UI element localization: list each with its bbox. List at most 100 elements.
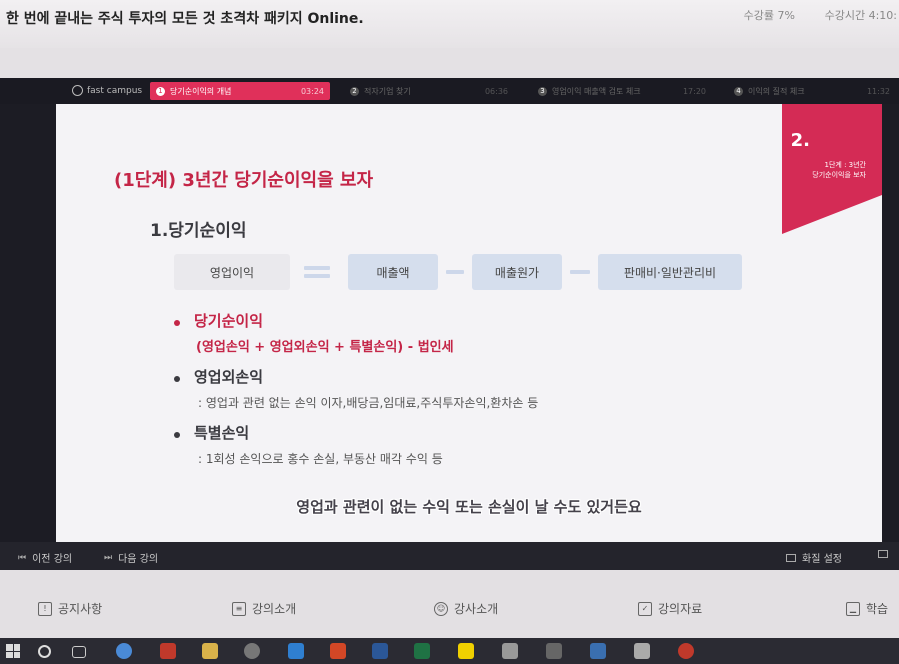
- bullet-heading: 특별손익: [194, 424, 250, 442]
- chapter-label: 이익의 질적 체크: [748, 86, 805, 96]
- chapter-number: 3: [538, 86, 547, 96]
- bullet-detail: (영업손익 + 영업외손익 + 특별손익) - 법인세: [196, 340, 454, 355]
- quality-label: 화질 설정: [802, 554, 842, 565]
- tab-instructor-intro[interactable]: ☺ 강사소개: [434, 600, 498, 617]
- chapter-number: 1: [156, 86, 165, 96]
- fastcampus-logo: fast campus: [72, 85, 142, 96]
- document-icon: ≡: [232, 601, 246, 616]
- prev-lecture-label: 이전 강의: [32, 554, 73, 565]
- study-time: 수강시간 4:10:: [825, 7, 897, 23]
- slide-corner-caption-line2: 당기순이익을 보자: [812, 171, 866, 179]
- lecture-slide: 2. 1단계 : 3년간 당기순이익을 보자 (1단계) 3년간 당기순이익을 …: [56, 104, 882, 542]
- formula-sga: 판매비·일반관리비: [598, 254, 742, 290]
- app-icon[interactable]: [678, 643, 694, 659]
- app-icon[interactable]: [634, 643, 650, 659]
- next-lecture-label: 다음 강의: [118, 554, 159, 565]
- skip-back-icon: ⏮: [18, 552, 27, 563]
- app-icon[interactable]: [244, 643, 260, 659]
- minus-sign: [446, 270, 464, 274]
- video-player[interactable]: fast campus 1 당기순이익의 개념 03:24 2 적자기업 찾기 …: [0, 78, 899, 570]
- bullet-dot: [174, 432, 180, 438]
- caption-icon: [878, 550, 888, 558]
- chapter-1[interactable]: 1 당기순이익의 개념 03:24: [150, 82, 330, 100]
- chapter-2[interactable]: 2 적자기업 찾기 06:36: [344, 82, 514, 100]
- windows-start-icon[interactable]: [6, 644, 20, 658]
- bullet-detail: : 영업과 관련 없는 손익 이자,배당금,임대료,주식투자손익,환차손 등: [198, 396, 539, 410]
- formula-revenue: 매출액: [348, 254, 438, 290]
- study-time-value: 4:10:: [868, 9, 897, 22]
- chapter-time: 17:20: [682, 86, 706, 96]
- equals-sign: [304, 274, 330, 278]
- app-icon[interactable]: [502, 643, 518, 659]
- header-spacer: [0, 48, 899, 78]
- chapter-label: 당기순이익의 개념: [170, 86, 232, 96]
- course-title: 한 번에 끝내는 주식 투자의 모든 것 초격차 패키지 Online.: [6, 11, 364, 27]
- tab-materials[interactable]: ✓ 강의자료: [638, 600, 702, 617]
- task-view-icon[interactable]: [72, 646, 86, 658]
- slide-corner-caption-line1: 1단계 : 3년간: [824, 161, 866, 169]
- chapter-time: 03:24: [300, 86, 324, 96]
- tab-course-intro[interactable]: ≡ 강의소개: [232, 600, 296, 617]
- excel-icon[interactable]: [414, 643, 430, 659]
- progress-value: 7%: [777, 9, 795, 22]
- next-lecture-button[interactable]: ⏭ 다음 강의: [104, 550, 159, 566]
- person-icon: ☺: [434, 601, 448, 616]
- slide-number: 2.: [790, 130, 810, 151]
- app-icon[interactable]: [590, 643, 606, 659]
- skip-forward-icon: ⏭: [104, 552, 113, 563]
- chrome-icon[interactable]: [116, 643, 132, 659]
- progress-label: 수강률: [743, 9, 775, 22]
- prev-lecture-button[interactable]: ⏮ 이전 강의: [18, 550, 73, 566]
- bullet-heading: 당기순이익: [194, 312, 264, 330]
- slide-title: (1단계) 3년간 당기순이익을 보자: [114, 170, 374, 191]
- logo-text: fast campus: [87, 85, 143, 96]
- logo-icon: [72, 85, 83, 96]
- tab-notice[interactable]: ! 공지사항: [38, 600, 102, 617]
- folder-icon[interactable]: [202, 643, 218, 659]
- chapter-label: 영업이익 매출액 검토 체크: [552, 86, 641, 96]
- tab-label: 강의소개: [252, 602, 297, 616]
- study-time-label: 수강시간: [824, 9, 866, 22]
- chapter-time: 06:36: [484, 86, 508, 96]
- quality-settings-button[interactable]: 화질 설정: [786, 550, 842, 565]
- equals-sign: [304, 266, 330, 270]
- player-controls: ⏮ 이전 강의 ⏭ 다음 강의 화질 설정: [0, 542, 899, 570]
- tab-label: 공지사항: [58, 602, 103, 616]
- formula-operating-profit: 영업이익: [174, 254, 290, 290]
- minus-sign: [570, 270, 590, 274]
- os-taskbar: [0, 638, 899, 664]
- edge-icon[interactable]: [288, 643, 304, 659]
- video-subtitle: 영업과 관련이 없는 수익 또는 손실이 날 수도 있거든요: [296, 498, 642, 516]
- chart-icon: ▁: [846, 601, 860, 616]
- chapter-3[interactable]: 3 영업이익 매출액 검토 체크 17:20: [532, 82, 712, 100]
- chapter-time: 11:32: [866, 86, 890, 96]
- tab-label: 강의자료: [658, 602, 703, 616]
- progress-indicator: 수강률 7%: [744, 7, 795, 23]
- course-tabs: ! 공지사항 ≡ 강의소개 ☺ 강사소개 ✓ 강의자료 ▁ 학습: [0, 570, 899, 638]
- caption-toggle-button[interactable]: [878, 550, 888, 558]
- bullet-dot: [174, 320, 180, 326]
- app-icon[interactable]: [546, 643, 562, 659]
- course-header: 한 번에 끝내는 주식 투자의 모든 것 초격차 패키지 Online. 수강률…: [0, 0, 899, 48]
- formula-cost-of-sales: 매출원가: [472, 254, 562, 290]
- notice-icon: !: [38, 601, 52, 616]
- bullet-dot: [174, 376, 180, 382]
- search-icon[interactable]: [38, 645, 51, 658]
- chapter-label: 적자기업 찾기: [364, 86, 411, 96]
- tab-learning[interactable]: ▁ 학습: [846, 600, 888, 617]
- bullet-heading: 영업외손익: [194, 368, 264, 386]
- tab-label: 학습: [866, 602, 889, 616]
- word-icon[interactable]: [372, 643, 388, 659]
- chapter-number: 4: [734, 86, 743, 96]
- chapter-number: 2: [350, 86, 359, 96]
- app-icon[interactable]: [160, 643, 176, 659]
- powerpoint-icon[interactable]: [330, 643, 346, 659]
- clipboard-icon: ✓: [638, 601, 652, 616]
- slide-corner-caption: 1단계 : 3년간 당기순이익을 보자: [786, 160, 866, 180]
- section-title: 1.당기순이익: [150, 221, 247, 241]
- bullet-detail: : 1회성 손익으로 홍수 손실, 부동산 매각 수익 등: [198, 452, 443, 466]
- quality-icon: [786, 553, 796, 562]
- kakaotalk-icon[interactable]: [458, 643, 474, 659]
- chapter-4[interactable]: 4 이익의 질적 체크 11:32: [728, 82, 896, 100]
- tab-label: 강사소개: [454, 602, 499, 616]
